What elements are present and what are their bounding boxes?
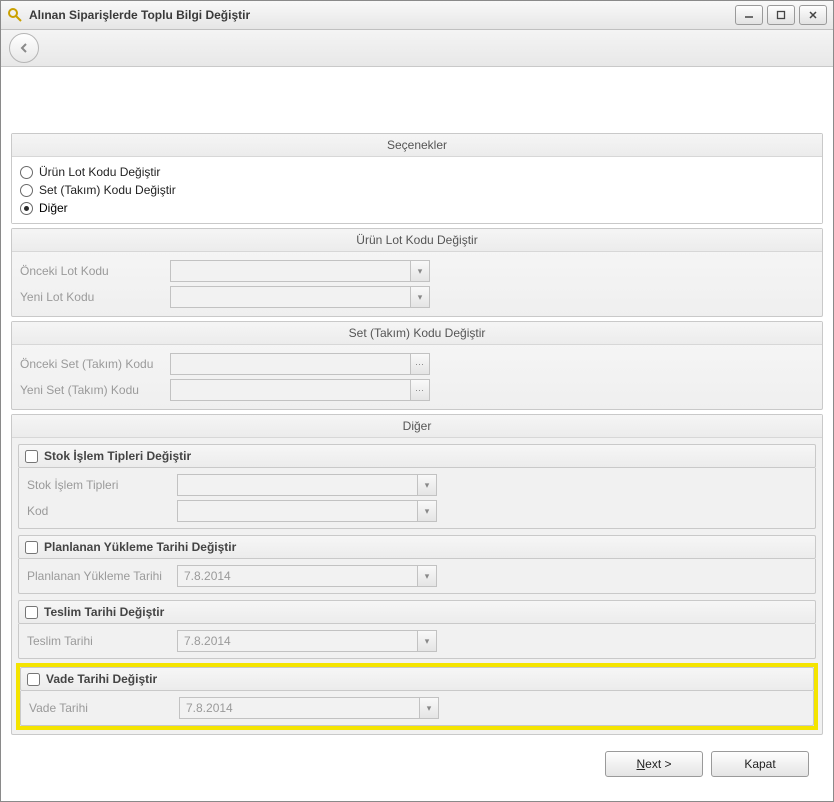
- chevron-down-icon: ▾: [417, 631, 436, 651]
- lot-prev-row: Önceki Lot Kodu ▾: [20, 258, 814, 284]
- stok-tip-combo: ▾: [177, 474, 437, 496]
- close-label: Kapat: [744, 757, 775, 771]
- plan-date-row: Planlanan Yükleme Tarihi 7.8.2014 ▾: [27, 563, 807, 589]
- vade-checkbox[interactable]: [27, 673, 40, 686]
- options-header: Seçenekler: [12, 134, 822, 157]
- plan-date-value: 7.8.2014: [178, 566, 417, 586]
- vade-date-combo: 7.8.2014 ▾: [179, 697, 439, 719]
- lot-new-value: [171, 287, 410, 307]
- option-other-label: Diğer: [39, 201, 68, 215]
- chevron-down-icon: ▾: [417, 566, 436, 586]
- set-new-value: [171, 380, 410, 400]
- set-prev-label: Önceki Set (Takım) Kodu: [20, 357, 170, 371]
- teslim-subpanel: Teslim Tarihi 7.8.2014 ▾: [18, 624, 816, 659]
- set-prev-value: [171, 354, 410, 374]
- options-panel: Seçenekler Ürün Lot Kodu Değiştir Set (T…: [11, 133, 823, 224]
- stok-tip-value: [178, 475, 417, 495]
- vade-check-header[interactable]: Vade Tarihi Değiştir: [20, 667, 814, 691]
- chevron-down-icon: ▾: [410, 261, 429, 281]
- lot-new-row: Yeni Lot Kodu ▾: [20, 284, 814, 310]
- plan-subpanel: Planlanan Yükleme Tarihi 7.8.2014 ▾: [18, 559, 816, 594]
- lot-prev-combo: ▾: [170, 260, 430, 282]
- next-label-suffix: ext >: [645, 757, 671, 771]
- lot-new-label: Yeni Lot Kodu: [20, 290, 170, 304]
- teslim-check-header[interactable]: Teslim Tarihi Değiştir: [18, 600, 816, 624]
- vade-date-value: 7.8.2014: [180, 698, 419, 718]
- chevron-down-icon: ▾: [417, 475, 436, 495]
- chevron-down-icon: ▾: [419, 698, 438, 718]
- stok-kod-combo: ▾: [177, 500, 437, 522]
- option-set[interactable]: Set (Takım) Kodu Değiştir: [20, 181, 814, 199]
- ellipsis-icon: ⋯: [410, 380, 429, 400]
- vade-highlight: Vade Tarihi Değiştir Vade Tarihi 7.8.201…: [18, 665, 816, 728]
- option-lot-radio[interactable]: [20, 166, 33, 179]
- set-prev-combo: ⋯: [170, 353, 430, 375]
- teslim-date-row: Teslim Tarihi 7.8.2014 ▾: [27, 628, 807, 654]
- option-set-radio[interactable]: [20, 184, 33, 197]
- plan-checkbox[interactable]: [25, 541, 38, 554]
- app-icon: [7, 7, 23, 23]
- option-set-label: Set (Takım) Kodu Değiştir: [39, 183, 176, 197]
- stok-kod-label: Kod: [27, 504, 177, 518]
- chevron-down-icon: ▾: [410, 287, 429, 307]
- option-other[interactable]: Diğer: [20, 199, 814, 217]
- vade-date-label: Vade Tarihi: [29, 701, 179, 715]
- footer: Next > Kapat: [11, 739, 823, 791]
- teslim-checkbox[interactable]: [25, 606, 38, 619]
- plan-date-label: Planlanan Yükleme Tarihi: [27, 569, 177, 583]
- option-lot-label: Ürün Lot Kodu Değiştir: [39, 165, 160, 179]
- stok-tip-label: Stok İşlem Tipleri: [27, 478, 177, 492]
- lot-new-combo: ▾: [170, 286, 430, 308]
- ellipsis-icon: ⋯: [410, 354, 429, 374]
- option-other-radio[interactable]: [20, 202, 33, 215]
- option-lot[interactable]: Ürün Lot Kodu Değiştir: [20, 163, 814, 181]
- set-header: Set (Takım) Kodu Değiştir: [12, 322, 822, 345]
- lot-panel: Ürün Lot Kodu Değiştir Önceki Lot Kodu ▾…: [11, 228, 823, 317]
- back-button[interactable]: [9, 33, 39, 63]
- next-accel: N: [636, 757, 645, 771]
- stok-checkbox[interactable]: [25, 450, 38, 463]
- stok-kod-row: Kod ▾: [27, 498, 807, 524]
- lot-prev-label: Önceki Lot Kodu: [20, 264, 170, 278]
- set-new-row: Yeni Set (Takım) Kodu ⋯: [20, 377, 814, 403]
- app-window: Alınan Siparişlerde Toplu Bilgi Değiştir…: [0, 0, 834, 802]
- set-panel: Set (Takım) Kodu Değiştir Önceki Set (Ta…: [11, 321, 823, 410]
- lot-header: Ürün Lot Kodu Değiştir: [12, 229, 822, 252]
- stok-check-header[interactable]: Stok İşlem Tipleri Değiştir: [18, 444, 816, 468]
- plan-check-label: Planlanan Yükleme Tarihi Değiştir: [44, 540, 236, 554]
- set-new-combo: ⋯: [170, 379, 430, 401]
- close-footer-button[interactable]: Kapat: [711, 751, 809, 777]
- stok-check-label: Stok İşlem Tipleri Değiştir: [44, 449, 191, 463]
- plan-check-header[interactable]: Planlanan Yükleme Tarihi Değiştir: [18, 535, 816, 559]
- lot-prev-value: [171, 261, 410, 281]
- set-prev-row: Önceki Set (Takım) Kodu ⋯: [20, 351, 814, 377]
- window-title: Alınan Siparişlerde Toplu Bilgi Değiştir: [29, 8, 735, 22]
- other-panel: Diğer Stok İşlem Tipleri Değiştir Stok İ…: [11, 414, 823, 735]
- teslim-check-label: Teslim Tarihi Değiştir: [44, 605, 164, 619]
- stok-kod-value: [178, 501, 417, 521]
- maximize-button[interactable]: [767, 5, 795, 25]
- minimize-button[interactable]: [735, 5, 763, 25]
- teslim-date-combo: 7.8.2014 ▾: [177, 630, 437, 652]
- next-button[interactable]: Next >: [605, 751, 703, 777]
- chevron-down-icon: ▾: [417, 501, 436, 521]
- vade-date-row: Vade Tarihi 7.8.2014 ▾: [29, 695, 805, 721]
- titlebar: Alınan Siparişlerde Toplu Bilgi Değiştir: [1, 1, 833, 30]
- content-area: Seçenekler Ürün Lot Kodu Değiştir Set (T…: [1, 67, 833, 801]
- teslim-date-label: Teslim Tarihi: [27, 634, 177, 648]
- set-new-label: Yeni Set (Takım) Kodu: [20, 383, 170, 397]
- vade-check-label: Vade Tarihi Değiştir: [46, 672, 157, 686]
- other-header: Diğer: [12, 415, 822, 438]
- stok-tip-row: Stok İşlem Tipleri ▾: [27, 472, 807, 498]
- window-buttons: [735, 5, 827, 25]
- plan-date-combo: 7.8.2014 ▾: [177, 565, 437, 587]
- teslim-date-value: 7.8.2014: [178, 631, 417, 651]
- vade-subpanel: Vade Tarihi 7.8.2014 ▾: [20, 691, 814, 726]
- toolbar: [1, 30, 833, 67]
- stok-subpanel: Stok İşlem Tipleri ▾ Kod: [18, 468, 816, 529]
- close-button[interactable]: [799, 5, 827, 25]
